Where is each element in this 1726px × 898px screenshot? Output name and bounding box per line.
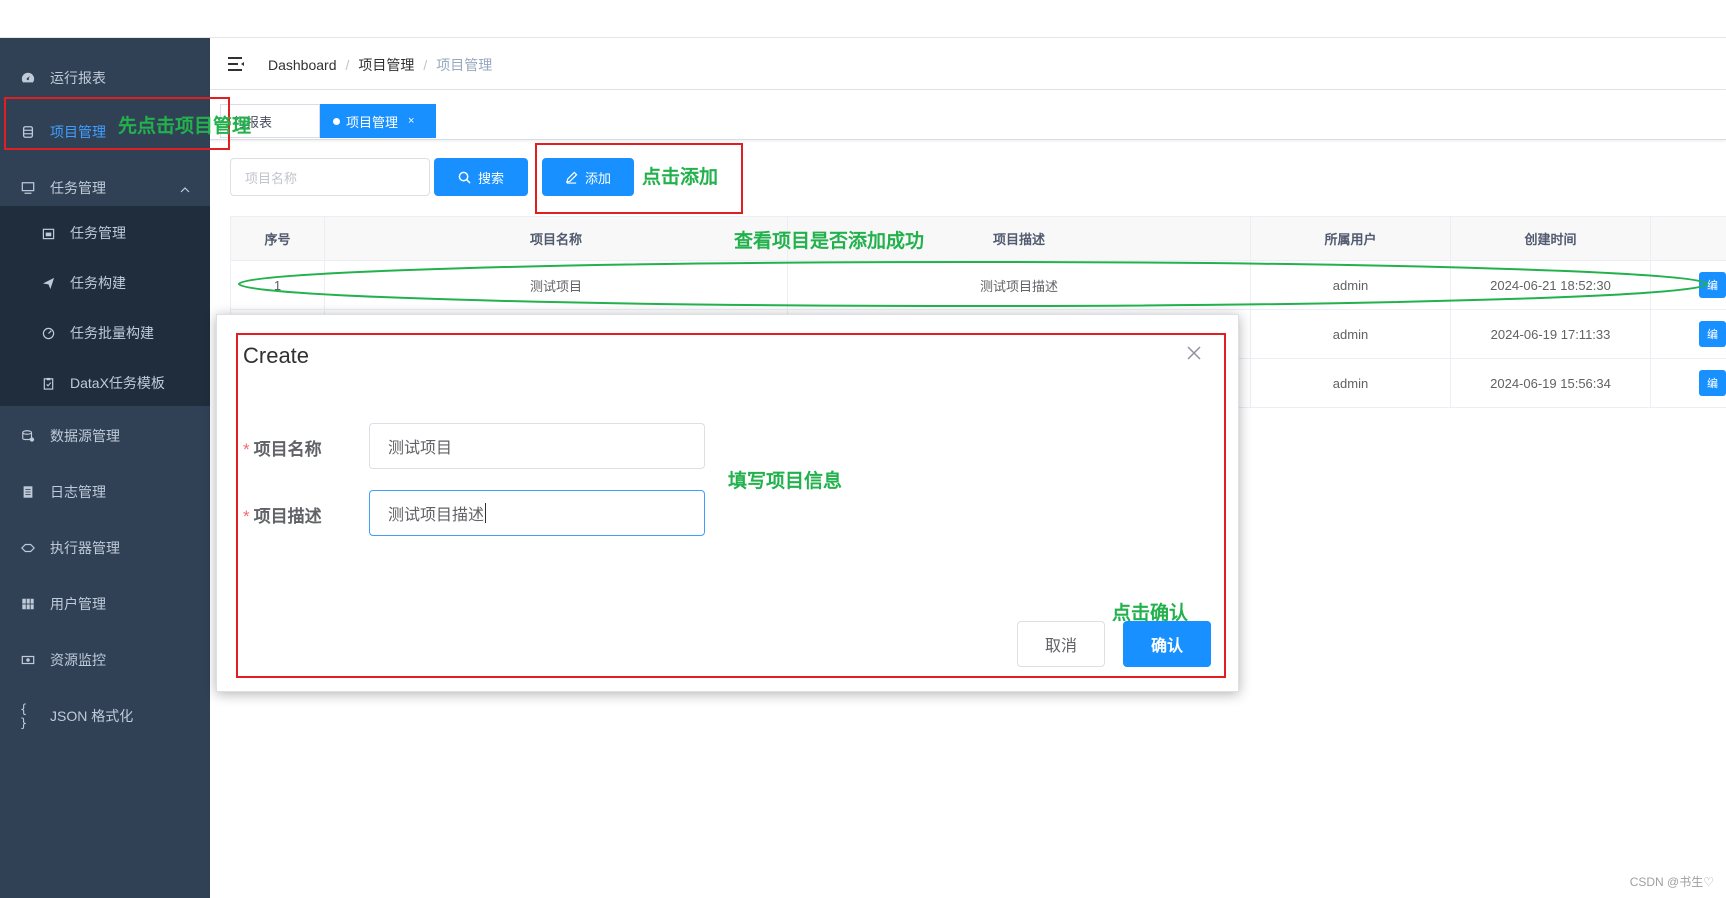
clipboard-icon: [40, 375, 56, 391]
breadcrumb-separator: /: [423, 57, 428, 73]
edit-button[interactable]: 编: [1699, 370, 1726, 396]
project-desc-field[interactable]: 测试项目描述: [369, 490, 705, 536]
dashboard-icon: [20, 70, 36, 86]
project-name-field[interactable]: 测试项目: [369, 423, 705, 469]
dialog-title: Create: [243, 343, 310, 368]
sidebar-item-resource[interactable]: 资源监控: [0, 632, 210, 688]
search-icon: [458, 171, 471, 184]
search-placeholder: 项目名称: [245, 170, 298, 186]
breadcrumb-item[interactable]: Dashboard: [268, 57, 337, 73]
submenu-item-label: 任务构建: [70, 275, 126, 291]
add-button-label: 添加: [584, 170, 611, 186]
cancel-button[interactable]: 取消: [1017, 621, 1105, 667]
top-bar: [0, 0, 1726, 38]
cell-created: 2024-06-19 15:56:34: [1451, 359, 1651, 407]
breadcrumb-item[interactable]: 项目管理: [358, 55, 414, 75]
sidebar-item-label: 用户管理: [50, 596, 106, 612]
datasource-icon: [20, 428, 36, 444]
text-caret: [485, 503, 487, 523]
required-mark: *: [243, 507, 250, 526]
column-header-index: 序号: [230, 217, 325, 260]
breadcrumb: Dashboard / 项目管理 / 项目管理: [268, 55, 492, 75]
sidebar: 运行报表 项目管理 任务管理 任务管理 任务构建 任务批量构建 DataX任务模…: [0, 38, 210, 898]
sidebar-item-label: 资源监控: [50, 652, 106, 668]
sidebar-item-log[interactable]: 日志管理: [0, 464, 210, 520]
navbar: Dashboard / 项目管理 / 项目管理: [210, 38, 1726, 90]
submenu-item-task-manage[interactable]: 任务管理: [0, 208, 210, 258]
table-header: 序号 项目名称 项目描述 所属用户 创建时间: [230, 217, 1726, 261]
gauge-icon: [40, 325, 56, 341]
submenu-item-datax-template[interactable]: DataX任务模板: [0, 358, 210, 408]
sidebar-item-label: 数据源管理: [50, 428, 120, 444]
braces-icon: { }: [20, 702, 28, 730]
confirm-button[interactable]: 确认: [1123, 621, 1211, 667]
document-icon: [20, 484, 36, 500]
monitor-icon: [20, 180, 36, 196]
chevron-up-icon: [180, 182, 190, 198]
tag-close-icon[interactable]: ×: [408, 115, 414, 127]
breadcrumb-separator: /: [345, 57, 350, 73]
sidebar-item-user[interactable]: 用户管理: [0, 576, 210, 632]
edit-button[interactable]: 编: [1699, 321, 1726, 347]
tag-project[interactable]: 项目管理 ×: [320, 104, 436, 138]
cell-actions: 编: [1651, 310, 1726, 358]
submenu-item-label: 任务管理: [70, 225, 126, 241]
project-desc-label: * 项目描述: [243, 507, 322, 526]
tag-label: 项目管理: [346, 114, 399, 130]
submenu-item-batch-build[interactable]: 任务批量构建: [0, 308, 210, 358]
annotation-click-add: 点击添加: [642, 167, 719, 188]
active-dot-icon: [333, 117, 340, 125]
project-name-search-input[interactable]: 项目名称: [230, 158, 430, 196]
cell-user: admin: [1251, 359, 1451, 407]
add-button[interactable]: 添加: [542, 158, 634, 196]
submenu-item-label: 任务批量构建: [70, 325, 154, 341]
column-header-created: 创建时间: [1451, 217, 1651, 260]
send-icon: [40, 275, 56, 291]
tags-view: 行报表 项目管理 ×: [210, 90, 1726, 140]
breadcrumb-current: 项目管理: [436, 57, 493, 73]
create-dialog: Create * 项目名称 测试项目 * 项目描述 测试项目描述 取消 确认: [216, 314, 1239, 692]
annotation-fill-info: 填写项目信息: [728, 471, 843, 492]
database-icon: [20, 124, 36, 140]
calendar-icon: [40, 225, 56, 241]
users-icon: [20, 596, 36, 612]
project-name-label: * 项目名称: [243, 440, 322, 459]
sidebar-item-label: 执行器管理: [50, 540, 120, 556]
monitor-resource-icon: [20, 652, 36, 668]
hamburger-icon[interactable]: [226, 54, 246, 74]
executor-icon: [20, 540, 36, 556]
submenu-item-label: DataX任务模板: [70, 375, 165, 391]
sidebar-item-label: JSON 格式化: [50, 708, 134, 724]
annotation-ellipse-row: [238, 261, 1708, 307]
annotation-check-added: 查看项目是否添加成功: [734, 231, 925, 252]
submenu-item-task-build[interactable]: 任务构建: [0, 258, 210, 308]
sidebar-item-dashboard[interactable]: 运行报表: [0, 50, 210, 106]
watermark: CSDN @书生♡: [1629, 875, 1714, 889]
annotation-click-project: 先点击项目管理: [118, 116, 252, 137]
column-header-name: 项目名称: [325, 217, 788, 260]
search-button-label: 搜索: [477, 170, 504, 186]
annotation-click-confirm: 点击确认: [1112, 603, 1189, 624]
sidebar-item-label: 日志管理: [50, 484, 106, 500]
close-icon[interactable]: [1186, 345, 1202, 361]
project-desc-value: 测试项目描述: [388, 507, 485, 524]
required-mark: *: [243, 440, 250, 459]
project-name-value: 测试项目: [388, 440, 453, 457]
edit-icon: [565, 171, 578, 184]
cell-actions: 编: [1651, 359, 1726, 407]
sidebar-item-label: 运行报表: [50, 70, 106, 86]
sidebar-item-datasource[interactable]: 数据源管理: [0, 408, 210, 464]
cell-created: 2024-06-19 17:11:33: [1451, 310, 1651, 358]
cell-user: admin: [1251, 310, 1451, 358]
column-header-user: 所属用户: [1251, 217, 1451, 260]
sidebar-item-executor[interactable]: 执行器管理: [0, 520, 210, 576]
sidebar-item-label: 任务管理: [50, 180, 106, 196]
sidebar-item-label: 项目管理: [50, 124, 106, 140]
sidebar-item-json[interactable]: { } JSON 格式化: [0, 688, 210, 744]
search-button[interactable]: 搜索: [434, 158, 528, 196]
column-header-actions: [1651, 217, 1726, 260]
